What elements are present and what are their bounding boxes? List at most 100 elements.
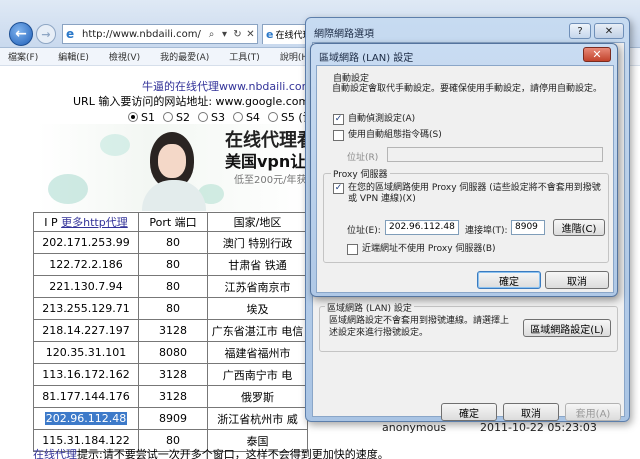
script-address-input[interactable] (387, 147, 603, 162)
header-ip: I P 更多http代理 (33, 212, 139, 232)
more-http-proxy-link[interactable]: 更多http代理 (61, 216, 128, 229)
back-button[interactable]: ← (9, 22, 33, 46)
auto-detect-checkbox-row[interactable]: ✓ 自動偵測設定(A) (333, 114, 415, 125)
address-bar[interactable]: e http://www.nbdaili.com/ ⌕ ▾ ↻ ✕ (62, 24, 258, 44)
server-option-s1[interactable]: S1 (128, 109, 155, 125)
header-region: 国家/地区 (207, 212, 308, 232)
tab-ie-icon: e (266, 27, 274, 41)
search-icon[interactable]: ⌕ (205, 29, 218, 40)
decor-shape (48, 174, 88, 204)
cancel-button[interactable]: 取消 (503, 403, 559, 421)
cell-ip[interactable]: 221.130.7.94 (33, 275, 139, 298)
decor-shape (100, 134, 130, 156)
bypass-local-checkbox-row[interactable]: 近端網址不使用 Proxy 伺服器(B) (347, 244, 496, 255)
dialog-body: 自動設定 自動設定會取代手動設定。要確保使用手動設定，請停用自動設定。 ✓ 自動… (316, 65, 614, 293)
cell-region: 俄罗斯 (207, 385, 308, 408)
address-url[interactable]: http://www.nbdaili.com/ (82, 29, 205, 40)
proxy-address-input[interactable]: 202.96.112.48 (385, 220, 459, 235)
cell-ip-selected[interactable]: 202.96.112.48 (33, 407, 139, 430)
ie-logo-icon: e (66, 27, 75, 41)
cell-ip[interactable]: 122.72.2.186 (33, 253, 139, 276)
footer-note: 在线代理提示:请不要尝试一次开多个窗口，这样不会得到更加快的速度。 (33, 446, 389, 459)
ad-banner[interactable]: 在线代理看 美国vpn让 低至200元/年获 (38, 124, 310, 211)
footer-proxy-link[interactable]: 在线代理 (33, 448, 77, 459)
menu-favorites[interactable]: 我的最愛(A) (160, 50, 209, 63)
close-button[interactable]: ✕ (594, 23, 624, 39)
table-row: 120.35.31.101 8080 福建省福州市 (33, 341, 308, 364)
question-icon: ? (577, 25, 583, 37)
server-option-s3[interactable]: S3 (197, 109, 225, 125)
cell-region: 甘肃省 铁通 (207, 253, 308, 276)
cell-port: 80 (138, 297, 208, 320)
use-proxy-checkbox[interactable]: ✓ (333, 183, 344, 194)
table-row: 113.16.172.162 3128 广西南宁市 电 (33, 363, 308, 386)
menu-file[interactable]: 檔案(F) (8, 50, 38, 63)
proxy-table: I P 更多http代理 Port 端口 国家/地区 202.171.253.9… (33, 212, 308, 452)
server-option-s4[interactable]: S4 (232, 109, 260, 125)
cell-port: 8080 (138, 341, 208, 364)
auto-detect-checkbox[interactable]: ✓ (333, 114, 344, 125)
model-face (158, 144, 186, 178)
browser-tab[interactable]: e 在线代理 (262, 24, 310, 44)
cell-ip[interactable]: 218.14.227.197 (33, 319, 139, 342)
cell-port: 8909 (138, 407, 208, 430)
proxy-group-label: Proxy 伺服器 (331, 167, 390, 180)
cell-ip[interactable]: 81.177.144.176 (33, 385, 139, 408)
close-button[interactable]: ✕ (583, 47, 611, 62)
ok-button[interactable]: 確定 (477, 271, 541, 289)
close-icon[interactable]: ✕ (244, 29, 257, 40)
cell-region: 浙江省杭州市 威 (207, 407, 308, 430)
bypass-local-checkbox[interactable] (347, 244, 358, 255)
use-proxy-label: 在您的區域網路使用 Proxy 伺服器 (這些設定將不會套用到撥號或 VPN 連… (348, 183, 601, 204)
cell-region: 广西南宁市 电 (207, 363, 308, 386)
forward-button[interactable]: → (36, 24, 56, 44)
server-option-s2[interactable]: S2 (162, 109, 190, 125)
help-button[interactable]: ? (569, 23, 591, 39)
advanced-button[interactable]: 進階(C) (553, 219, 605, 236)
lan-settings-button[interactable]: 區域網路設定(L) (523, 319, 611, 337)
port-input[interactable]: 8909 (511, 220, 545, 235)
auto-script-checkbox[interactable] (333, 130, 344, 141)
cell-port: 80 (138, 231, 208, 254)
cancel-button[interactable]: 取消 (545, 271, 609, 289)
header-port: Port 端口 (138, 212, 208, 232)
arrow-left-icon: ← (15, 26, 27, 42)
table-row: 221.130.7.94 80 江苏省南京市 (33, 275, 308, 298)
cell-region: 福建省福州市 (207, 341, 308, 364)
url-prompt: URL 输入要访问的网站地址: www.google.com (73, 95, 310, 108)
use-proxy-checkbox-row[interactable]: ✓ 在您的區域網路使用 Proxy 伺服器 (這些設定將不會套用到撥號或 VPN… (333, 183, 603, 205)
radio-icon[interactable] (197, 112, 208, 122)
table-row: 213.255.129.71 80 埃及 (33, 297, 308, 320)
auto-script-checkbox-row[interactable]: 使用自動組態指令碼(S) (333, 130, 442, 141)
selected-ip-text[interactable]: 202.96.112.48 (44, 412, 128, 425)
menu-edit[interactable]: 編輯(E) (58, 50, 89, 63)
radio-icon[interactable] (162, 112, 173, 122)
cell-port: 80 (138, 275, 208, 298)
site-title[interactable]: 牛逼的在线代理www.nbdaili.com (142, 78, 312, 94)
table-row: 122.72.2.186 80 甘肃省 铁通 (33, 253, 308, 276)
auto-config-description: 自動設定會取代手動設定。要確保使用手動設定，請停用自動設定。 (332, 84, 603, 94)
cell-port: 80 (138, 253, 208, 276)
dropdown-icon[interactable]: ▾ (218, 29, 231, 40)
cell-ip[interactable]: 113.16.172.162 (33, 363, 139, 386)
ok-button[interactable]: 確定 (441, 403, 497, 421)
menu-tools[interactable]: 工具(T) (229, 50, 260, 63)
apply-button[interactable]: 套用(A) (565, 403, 621, 421)
radio-icon[interactable] (232, 112, 243, 122)
script-address-label: 位址(R) (347, 153, 379, 163)
radio-icon[interactable] (128, 112, 138, 122)
refresh-icon[interactable]: ↻ (231, 29, 244, 40)
cell-ip[interactable]: 120.35.31.101 (33, 341, 139, 364)
radio-icon[interactable] (267, 112, 278, 122)
menu-view[interactable]: 檢視(V) (109, 50, 140, 63)
auto-config-group-label: 自動設定 (331, 71, 372, 84)
cell-region: 埃及 (207, 297, 308, 320)
cell-region: 澳门 特别行政 (207, 231, 308, 254)
cell-port: 3128 (138, 385, 208, 408)
cell-date: 2011-10-22 05:23:03 (480, 421, 597, 434)
table-row-partial: anonymous 2011-10-22 05:23:03 (356, 421, 638, 435)
banner-price: 低至200元/年获 (234, 175, 307, 186)
cell-ip[interactable]: 213.255.129.71 (33, 297, 139, 320)
cell-ip[interactable]: 202.171.253.99 (33, 231, 139, 254)
close-icon: ✕ (592, 48, 602, 61)
